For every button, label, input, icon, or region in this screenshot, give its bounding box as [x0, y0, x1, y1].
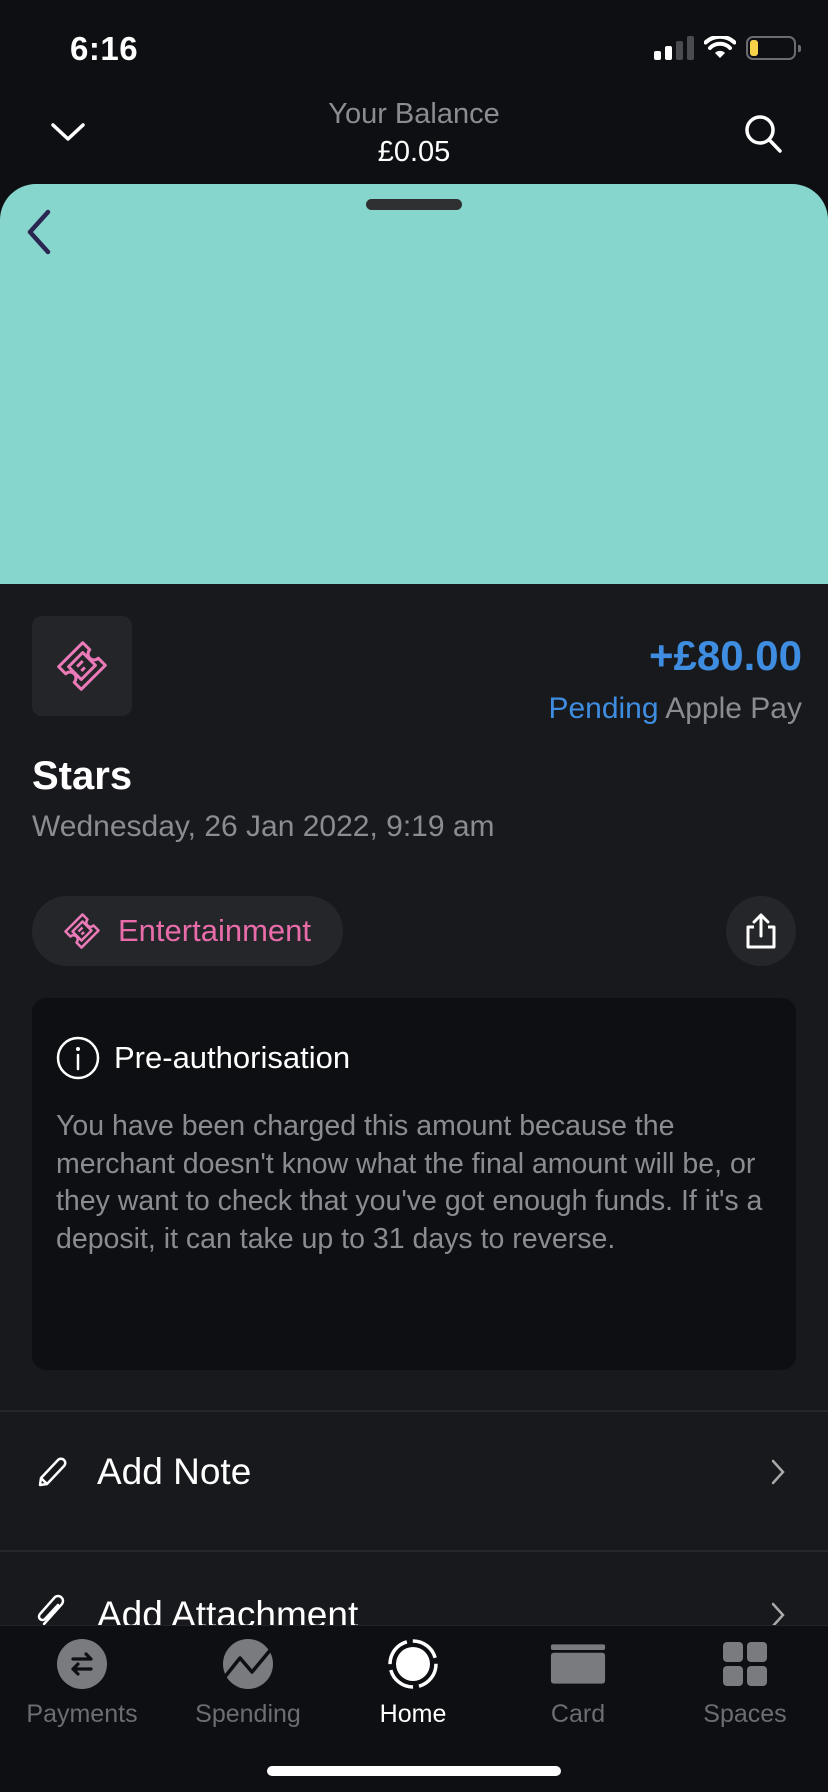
search-icon[interactable] [742, 112, 786, 156]
balance-header: Your Balance £0.05 [0, 90, 828, 180]
category-label: Entertainment [118, 913, 311, 948]
wifi-icon [704, 36, 736, 58]
tab-label: Home [379, 1700, 447, 1728]
tab-spaces[interactable]: Spaces [670, 1636, 820, 1736]
paperclip-icon [37, 1594, 65, 1626]
merchant-name: Stars [32, 754, 133, 798]
chevron-right-icon [771, 1459, 785, 1485]
balance-value: £0.05 [377, 136, 451, 168]
pre-authorisation-card: Pre-authorisation You have been charged … [32, 998, 796, 1370]
tab-label: Spaces [703, 1700, 787, 1728]
status-bar: 6:16 [0, 0, 828, 90]
battery-level [750, 40, 759, 56]
share-button[interactable] [726, 896, 796, 966]
tab-label: Payments [26, 1700, 138, 1728]
tab-payments[interactable]: Payments [7, 1636, 157, 1736]
back-chevron-icon[interactable] [18, 206, 62, 256]
spaces-icon [723, 1642, 767, 1686]
card-icon [550, 1644, 606, 1684]
balance-label: Your Balance [328, 98, 500, 130]
ticket-icon [57, 641, 107, 691]
transaction-meta: Pending Apple Pay [548, 692, 802, 726]
info-icon [56, 1036, 100, 1080]
info-card-title: Pre-authorisation [114, 1040, 351, 1075]
payments-icon [57, 1639, 107, 1689]
info-card-header: Pre-authorisation [56, 1036, 350, 1080]
spending-icon [222, 1639, 274, 1689]
transaction-amount: +£80.00 [649, 632, 802, 679]
transaction-date: Wednesday, 26 Jan 2022, 9:19 am [32, 810, 495, 843]
battery-icon [746, 36, 801, 60]
sheet-grabber[interactable] [366, 199, 462, 210]
home-icon [388, 1639, 438, 1689]
tab-label: Spending [195, 1700, 301, 1728]
tab-spending[interactable]: Spending [173, 1636, 323, 1736]
category-chip[interactable]: Entertainment [32, 896, 343, 966]
add-note-label: Add Note [97, 1451, 252, 1492]
transaction-sheet: +£80.00 Pending Apple Pay Stars Wednesda… [0, 184, 828, 1792]
hero-banner [0, 184, 828, 584]
tab-card[interactable]: Card [503, 1636, 653, 1736]
status-time: 6:16 [70, 30, 139, 67]
payment-method: Apple Pay [665, 692, 802, 725]
status-badge: Pending [548, 692, 659, 725]
info-card-body: You have been charged this amount becaus… [56, 1110, 763, 1255]
add-note-row[interactable]: Add Note [0, 1412, 828, 1532]
tab-home[interactable]: Home [338, 1636, 488, 1736]
share-icon [746, 913, 776, 949]
home-indicator [267, 1766, 561, 1776]
merchant-logo [32, 616, 132, 716]
ticket-icon [64, 913, 100, 949]
status-icons [654, 36, 801, 60]
tab-label: Card [550, 1700, 606, 1728]
pencil-icon [38, 1457, 67, 1487]
cellular-signal-icon [654, 36, 694, 60]
